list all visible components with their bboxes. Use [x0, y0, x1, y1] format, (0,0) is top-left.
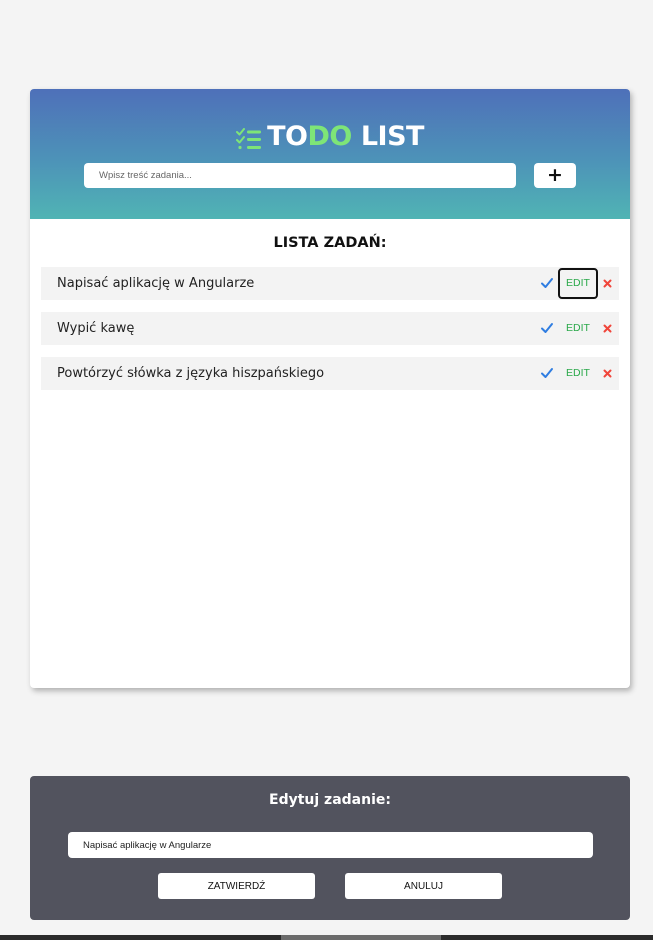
close-icon[interactable] [601, 277, 614, 290]
close-icon[interactable] [601, 367, 614, 380]
edit-panel-title: Edytuj zadanie: [269, 792, 391, 808]
task-text: Powtórzyć słówka z języka hiszpańskiego [57, 366, 325, 381]
list-item: Napisać aplikację w Angularze EDIT [41, 267, 619, 300]
title-part-1: TO [267, 121, 308, 152]
checklist-icon [236, 126, 262, 149]
list-item: Powtórzyć słówka z języka hiszpańskiego … [41, 357, 619, 390]
edit-task-panel: Edytuj zadanie: ZATWIERDŹ ANULUJ [30, 776, 630, 920]
title-accent: DO [307, 121, 352, 152]
new-task-input[interactable] [84, 163, 516, 188]
close-icon[interactable] [601, 322, 614, 335]
edit-button[interactable]: EDIT [558, 358, 598, 389]
edit-button[interactable]: EDIT [558, 268, 598, 299]
scrollbar-thumb[interactable] [281, 935, 441, 940]
task-text: Napisać aplikację w Angularze [57, 276, 255, 291]
cancel-button[interactable]: ANULUJ [345, 873, 502, 899]
add-task-button[interactable]: + [534, 163, 576, 188]
task-text: Wypić kawę [57, 321, 135, 336]
checkmark-icon[interactable] [540, 321, 554, 335]
confirm-button[interactable]: ZATWIERDŹ [158, 873, 315, 899]
todo-card: TODO LIST + LISTA ZADAŃ: Napisać aplikacj… [30, 89, 630, 688]
horizontal-scrollbar[interactable] [0, 935, 653, 940]
title-part-2: LIST [360, 121, 425, 152]
checkmark-icon[interactable] [540, 366, 554, 380]
list-item: Wypić kawę EDIT [41, 312, 619, 345]
app-title: TO DO LIST [30, 121, 630, 152]
edit-button[interactable]: EDIT [558, 313, 598, 344]
checkmark-icon[interactable] [540, 276, 554, 290]
edit-task-input[interactable] [68, 832, 593, 858]
todo-header: TODO LIST + [30, 89, 630, 219]
list-title: LISTA ZADAŃ: [273, 235, 387, 251]
